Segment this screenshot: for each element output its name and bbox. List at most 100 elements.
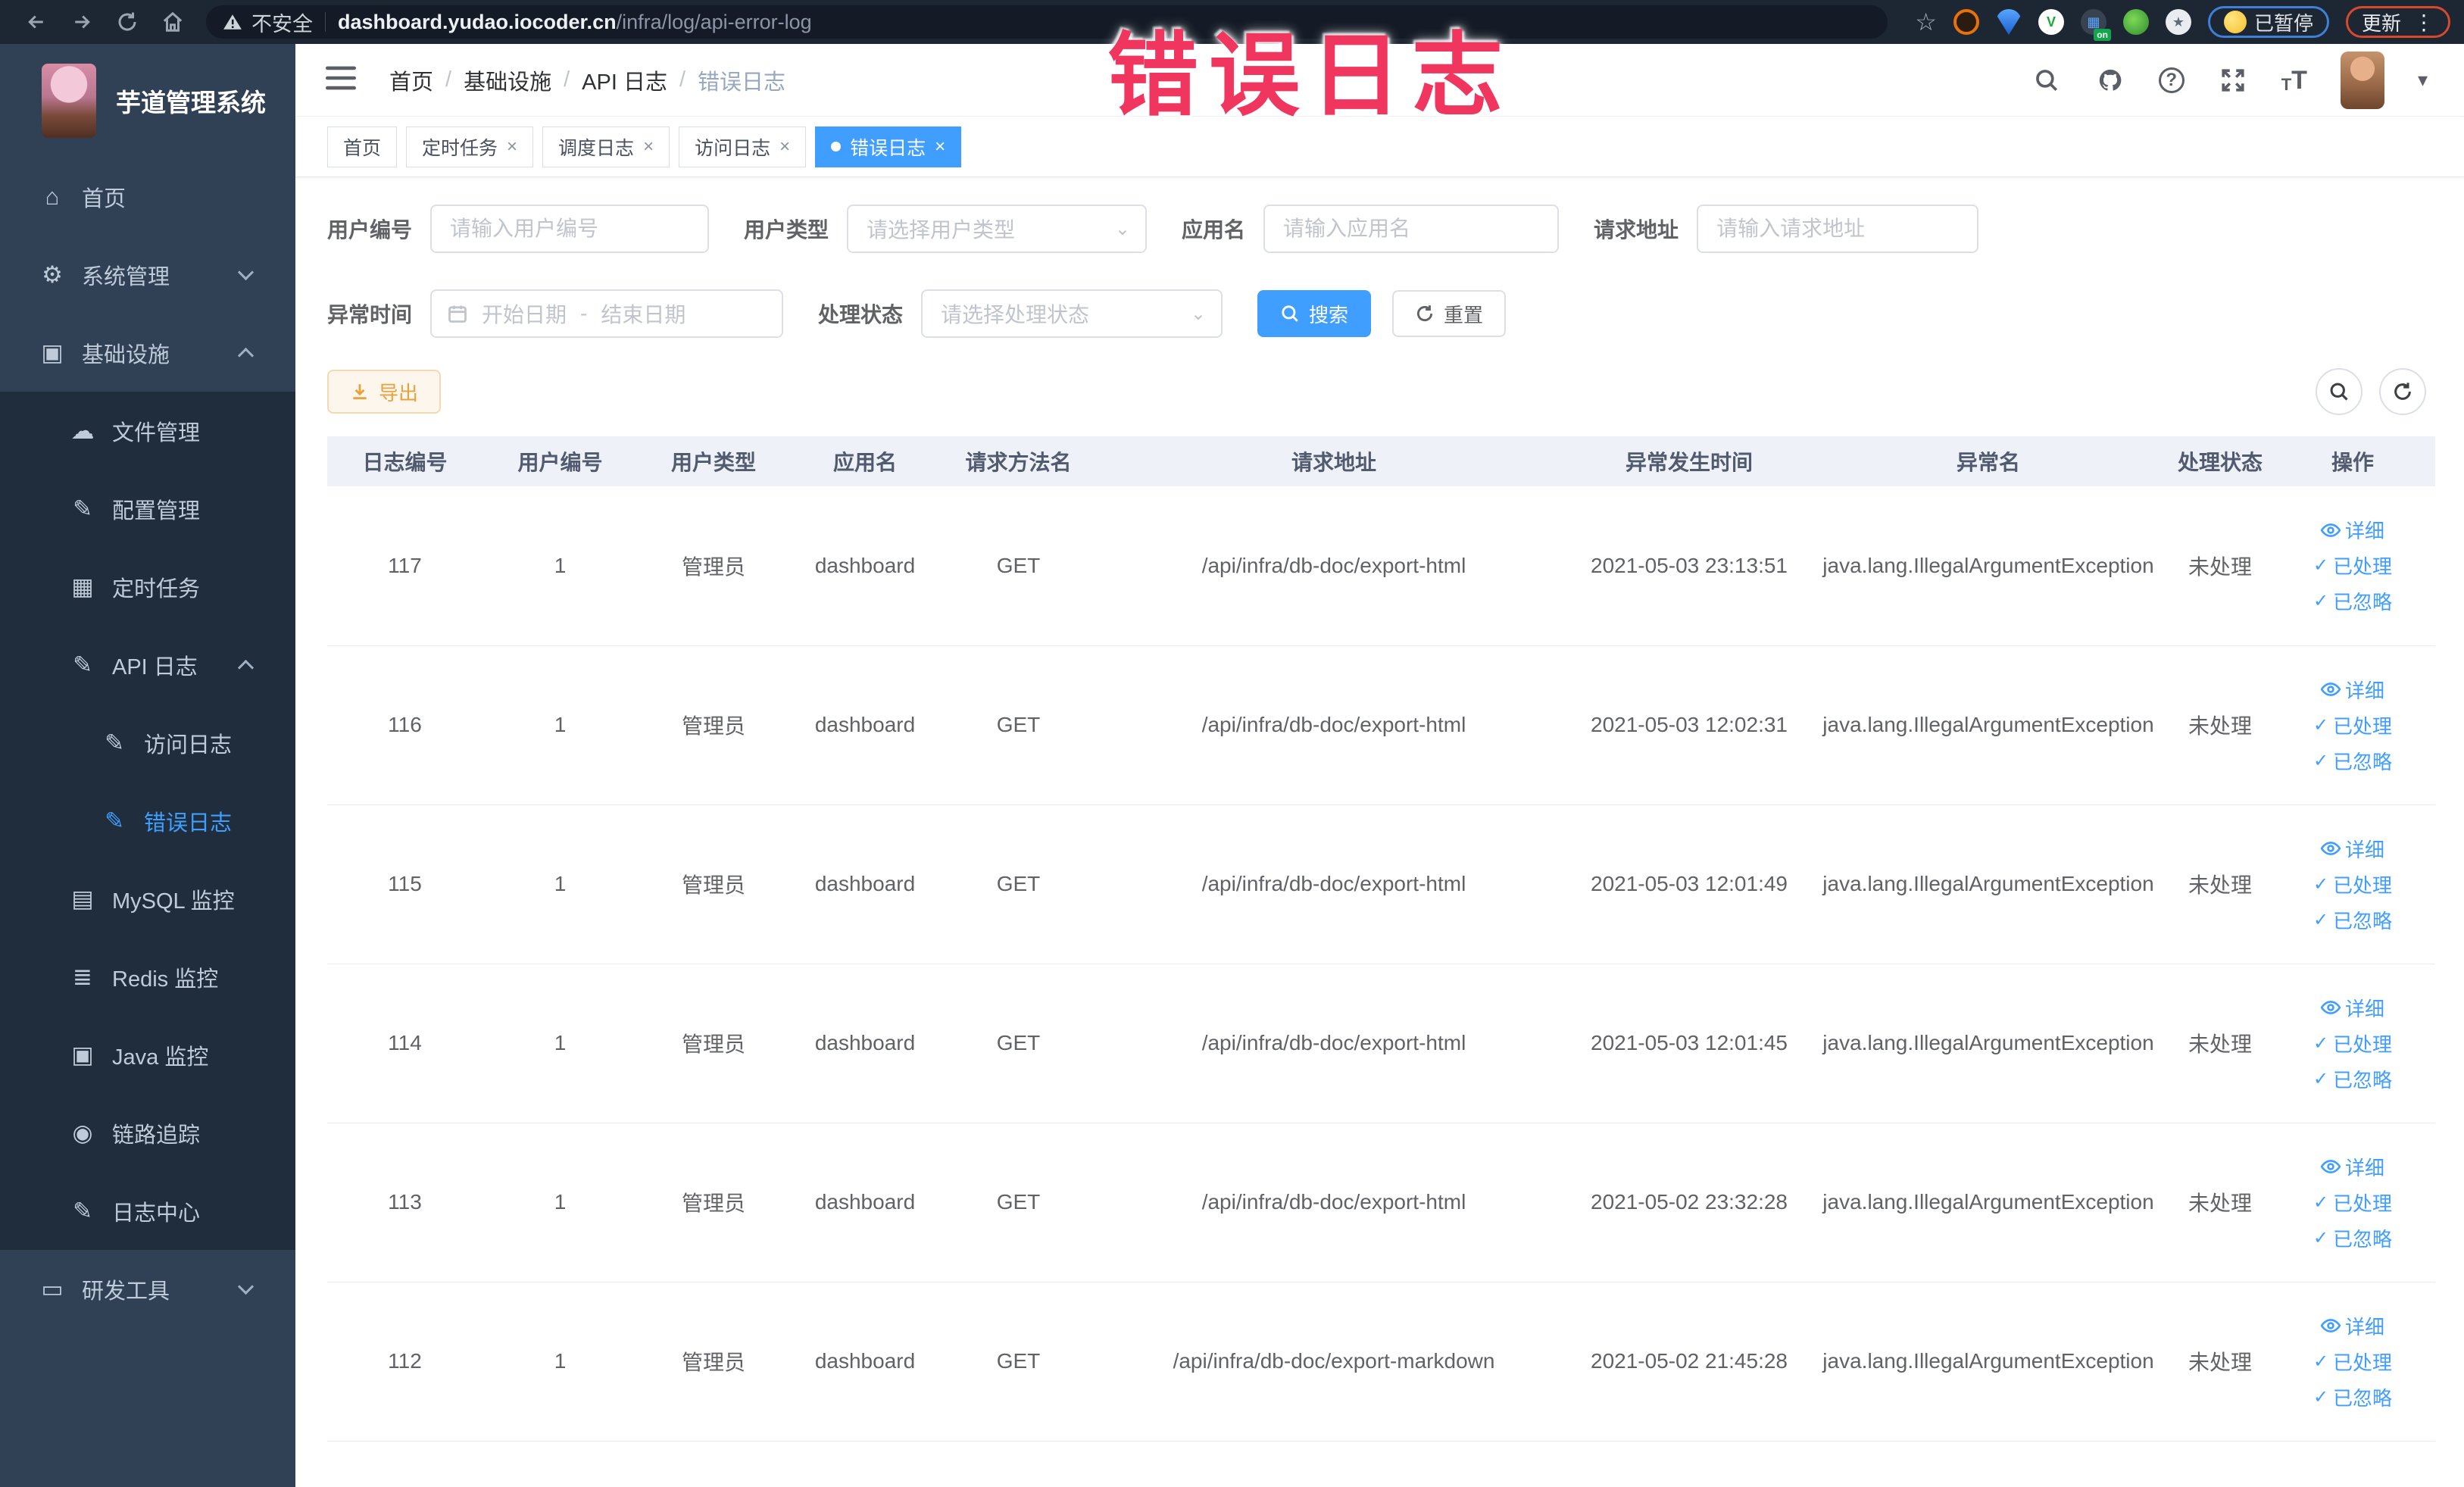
bookmark-star-icon[interactable]: ☆	[1915, 8, 1937, 36]
request-url-input[interactable]	[1697, 205, 1979, 253]
sidebar-item-java[interactable]: ▣ Java 监控	[0, 1016, 295, 1094]
download-icon	[353, 384, 367, 400]
sidebar-item-home[interactable]: ⌂ 首页	[0, 158, 295, 236]
mark-ignored-link[interactable]: ✓ 已忽略	[2313, 1224, 2392, 1252]
search-button[interactable]: 搜索	[1257, 290, 1372, 337]
user-menu-caret-icon[interactable]: ▾	[2418, 68, 2428, 92]
fullscreen-icon[interactable]	[2218, 65, 2248, 95]
tab-错误日志[interactable]: 错误日志 ×	[815, 126, 962, 167]
user-id-label: 用户编号	[327, 218, 413, 242]
sidebar-item-config[interactable]: ✎ 配置管理	[0, 470, 295, 548]
not-secure-label[interactable]: 不安全	[251, 8, 313, 37]
address-bar[interactable]: 不安全 dashboard.yudao.iocoder.cn/infra/log…	[206, 5, 1888, 39]
detail-link[interactable]: 详细	[2320, 676, 2384, 704]
mark-processed-link[interactable]: ✓ 已处理	[2313, 551, 2392, 579]
breadcrumb-infra[interactable]: 基础设施	[464, 64, 551, 96]
mark-ignored-link[interactable]: ✓ 已忽略	[2313, 1065, 2392, 1093]
tab-访问日志[interactable]: 访问日志 ×	[679, 126, 807, 167]
tab-调度日志[interactable]: 调度日志 ×	[542, 126, 670, 167]
mark-ignored-link[interactable]: ✓ 已忽略	[2313, 587, 2392, 615]
tab-定时任务[interactable]: 定时任务 ×	[406, 126, 534, 167]
ext-blue-shield-icon[interactable]	[1995, 9, 2022, 35]
sidebar-item-dev-tools[interactable]: ▭ 研发工具	[0, 1250, 295, 1328]
mark-processed-link[interactable]: ✓ 已处理	[2313, 711, 2392, 739]
select-caret-icon: ⌄	[1114, 218, 1131, 239]
detail-link[interactable]: 详细	[2320, 835, 2384, 863]
update-label: 更新	[2361, 11, 2401, 35]
exception-time-range-picker[interactable]: 开始日期 - 结束日期	[430, 289, 784, 338]
ext-grid-icon[interactable]: ▦ on	[2080, 9, 2111, 41]
sidebar-item-access-log[interactable]: ✎ 访问日志	[0, 704, 295, 782]
log-edit-icon: ✎	[105, 729, 124, 756]
sidebar-item-mysql[interactable]: ▤ MySQL 监控	[0, 860, 295, 938]
tab-close-icon[interactable]: ×	[507, 136, 517, 158]
sidebar-item-job[interactable]: ▦ 定时任务	[0, 548, 295, 626]
font-size-icon[interactable]: TT	[2281, 67, 2307, 93]
user-avatar[interactable]	[2340, 51, 2384, 109]
detail-link[interactable]: 详细	[2320, 1312, 2384, 1340]
sidebar-item-redis[interactable]: ≣ Redis 监控	[0, 938, 295, 1016]
mark-ignored-link[interactable]: ✓ 已忽略	[2313, 1383, 2392, 1411]
mark-processed-link[interactable]: ✓ 已处理	[2313, 870, 2392, 898]
browser-home-icon[interactable]	[156, 5, 189, 39]
mark-ignored-link[interactable]: ✓ 已忽略	[2313, 747, 2392, 775]
browser-forward-icon[interactable]	[65, 5, 98, 39]
sidebar-item-infra[interactable]: ▣ 基础设施	[0, 314, 295, 392]
app-name-cell: dashboard	[789, 486, 941, 646]
operations-cell: 详细 ✓ 已处理 ✓ 已忽略	[2270, 964, 2435, 1123]
sidebar-item-api-log[interactable]: ✎ API 日志	[0, 626, 295, 704]
mark-processed-link[interactable]: ✓ 已处理	[2313, 1029, 2392, 1057]
sidebar-item-error-log[interactable]: ✎ 错误日志	[0, 782, 295, 860]
export-button[interactable]: 导出	[327, 370, 442, 414]
active-tab-dot	[831, 142, 842, 152]
mark-ignored-link[interactable]: ✓ 已忽略	[2313, 906, 2392, 934]
check-icon: ✓	[2313, 1068, 2329, 1089]
breadcrumb-api-log[interactable]: API 日志	[582, 64, 667, 96]
cloud-upload-icon: ☁	[70, 417, 95, 444]
breadcrumb-home[interactable]: 首页	[389, 64, 433, 96]
breadcrumb-current: 错误日志	[698, 70, 786, 95]
help-icon[interactable]: ?	[2158, 67, 2184, 93]
browser-reload-icon[interactable]	[111, 5, 144, 39]
sidebar-item-log-center[interactable]: ✎ 日志中心	[0, 1172, 295, 1250]
github-icon[interactable]	[2095, 65, 2125, 95]
tab-首页[interactable]: 首页	[327, 126, 398, 167]
tab-close-icon[interactable]: ×	[935, 136, 945, 158]
detail-link[interactable]: 详细	[2320, 516, 2384, 544]
table-row: 113 1 管理员 dashboard GET/api/infra/db-doc/exp…	[327, 1123, 2435, 1282]
detail-link[interactable]: 详细	[2320, 1153, 2384, 1181]
refresh-table-button[interactable]	[2379, 368, 2426, 415]
reset-button[interactable]: 重置	[1392, 290, 1507, 337]
user-type-select[interactable]: 请选择用户类型 ⌄	[847, 205, 1148, 253]
ext-orange-icon[interactable]	[1953, 9, 1979, 35]
log-edit-icon: ✎	[105, 807, 124, 834]
sidebar-item-trace[interactable]: ◉ 链路追踪	[0, 1094, 295, 1172]
method-cell: GET	[941, 1282, 1096, 1442]
sidebar-item-file[interactable]: ☁ 文件管理	[0, 392, 295, 470]
app-logo[interactable]: 芋道管理系统	[0, 44, 295, 158]
app-name-cell: dashboard	[789, 1282, 941, 1442]
chrome-update-pill[interactable]: 更新 ⋮	[2345, 6, 2450, 38]
sidebar-menu: ⌂ 首页 ⚙ 系统管理 ▣ 基础设施 ☁ 文件管理 ✎ 配置管理 ▦ 定时任务 ✎ API 日志 ✎ 访问日志…	[0, 158, 295, 1328]
app-name-input[interactable]	[1263, 205, 1560, 253]
profile-paused-pill[interactable]: 已暂停	[2207, 6, 2329, 38]
sidebar-item-system[interactable]: ⚙ 系统管理	[0, 236, 295, 314]
ext-puzzle-icon[interactable]: ★	[2165, 9, 2191, 35]
tab-close-icon[interactable]: ×	[779, 136, 790, 158]
sidebar-item-label: 访问日志	[144, 733, 233, 758]
process-status-select[interactable]: 请选择处理状态 ⌄	[921, 289, 1223, 338]
browser-back-icon[interactable]	[20, 5, 53, 39]
tab-close-icon[interactable]: ×	[643, 136, 654, 158]
toggle-search-button[interactable]	[2316, 368, 2363, 415]
tags-view-bar: 首页 定时任务 × 调度日志 × 访问日志 × 错误日志 ×	[295, 117, 2464, 177]
ext-green-v-icon[interactable]: V	[2038, 9, 2064, 35]
mark-processed-link[interactable]: ✓ 已处理	[2313, 1348, 2392, 1376]
ext-leaf-icon[interactable]	[2122, 9, 2149, 35]
header-search-icon[interactable]	[2031, 65, 2062, 95]
user-id-input[interactable]	[430, 205, 710, 253]
sidebar-collapse-icon[interactable]	[326, 65, 356, 95]
detail-link[interactable]: 详细	[2320, 994, 2384, 1022]
browser-menu-kebab-icon[interactable]: ⋮	[2413, 10, 2434, 35]
user-type-cell: 管理员	[638, 1123, 789, 1282]
mark-processed-link[interactable]: ✓ 已处理	[2313, 1189, 2392, 1217]
